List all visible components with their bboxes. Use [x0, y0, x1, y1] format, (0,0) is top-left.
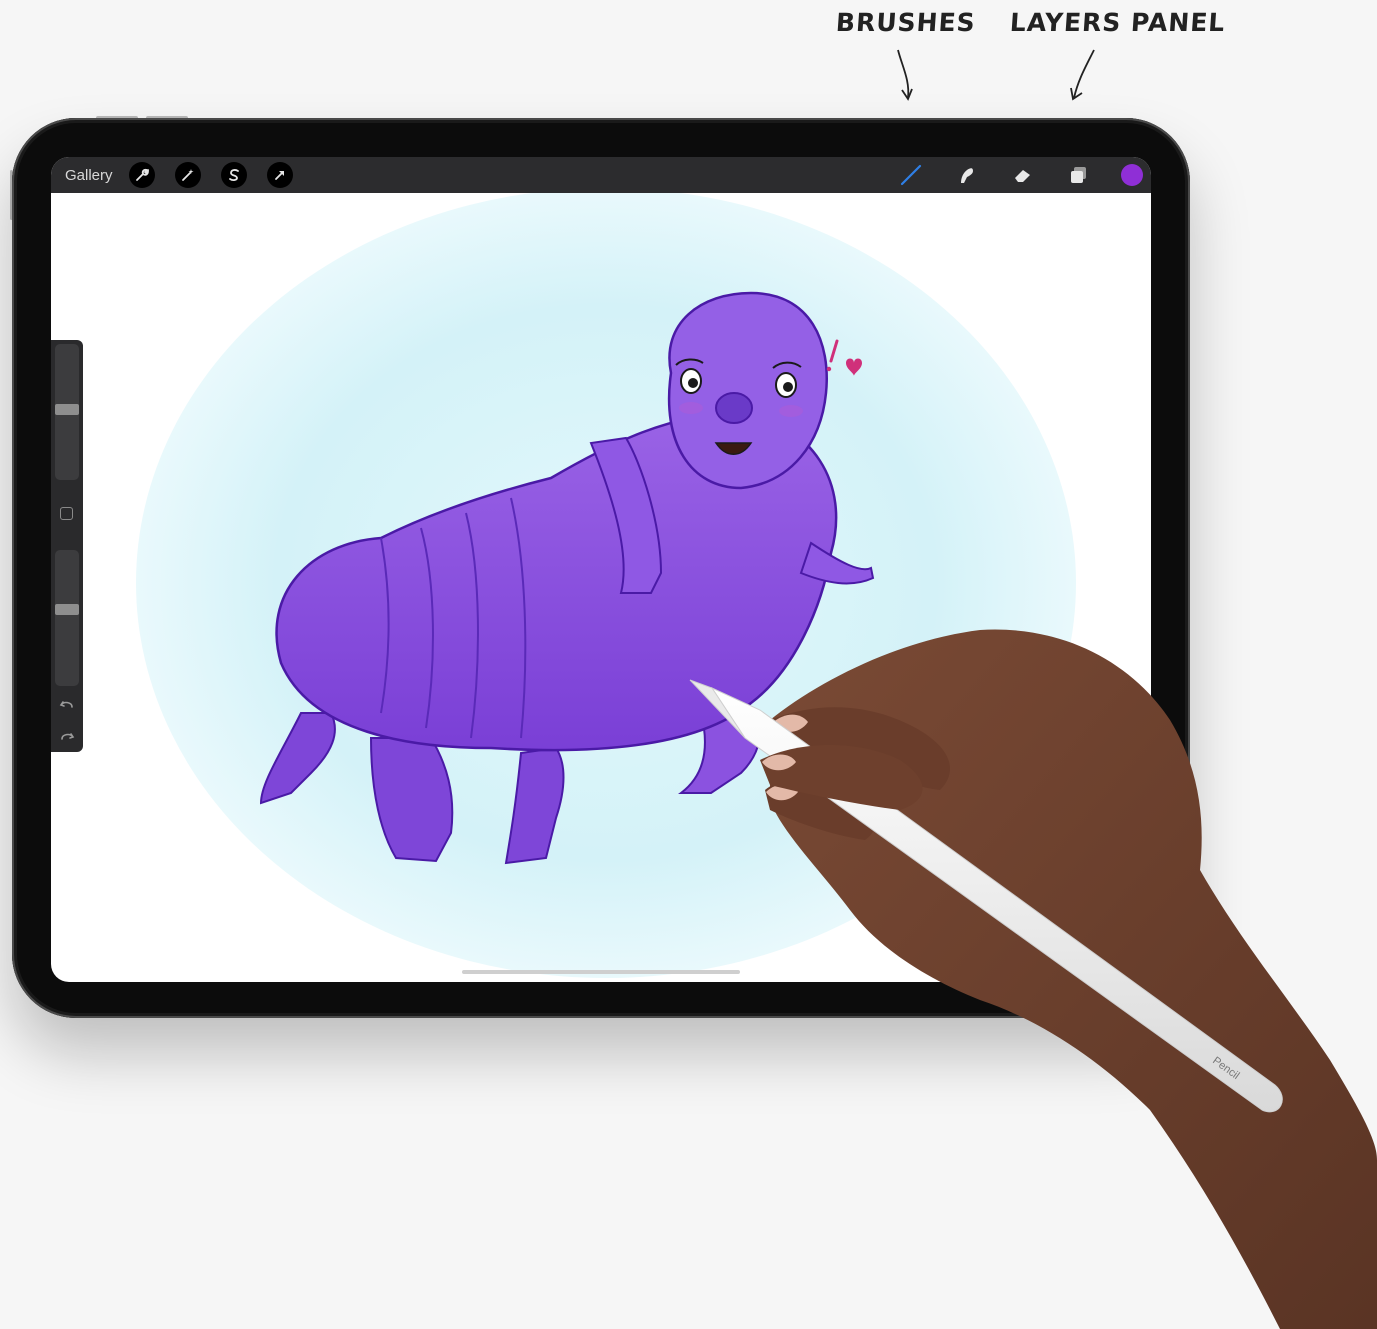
brush-icon[interactable]	[883, 157, 939, 193]
home-indicator	[462, 970, 740, 974]
eraser-icon[interactable]	[995, 157, 1051, 193]
brushes-annotation: BRUSHES	[834, 8, 977, 37]
redo-icon[interactable]	[58, 728, 76, 746]
left-sidebar	[51, 340, 83, 752]
top-toolbar: Gallery	[51, 157, 1151, 193]
wrench-icon[interactable]	[128, 162, 155, 188]
right-tool-group	[883, 157, 1151, 193]
smudge-icon[interactable]	[939, 157, 995, 193]
layers-pointer-arrow	[1070, 49, 1095, 101]
gallery-button[interactable]: Gallery	[65, 167, 113, 184]
drawing-canvas[interactable]	[51, 193, 1151, 982]
opacity-thumb[interactable]	[55, 604, 79, 615]
brushes-pointer-arrow	[897, 49, 913, 101]
magic-wand-icon[interactable]	[174, 162, 201, 188]
app-screen: Gallery	[51, 157, 1151, 982]
opacity-slider[interactable]	[55, 550, 79, 686]
pencil-brand-text: Pencil	[1210, 1055, 1241, 1082]
layers-icon[interactable]	[1051, 157, 1107, 193]
transform-arrow-icon[interactable]	[266, 162, 293, 188]
brush-size-thumb[interactable]	[55, 404, 79, 415]
layers-panel-annotation: LAYERS PANEL	[1008, 8, 1227, 37]
undo-icon[interactable]	[58, 696, 76, 714]
selection-icon[interactable]	[220, 162, 247, 188]
brush-size-slider[interactable]	[55, 344, 79, 480]
color-picker-swatch[interactable]	[1121, 164, 1143, 186]
modify-square-icon[interactable]	[60, 507, 73, 520]
